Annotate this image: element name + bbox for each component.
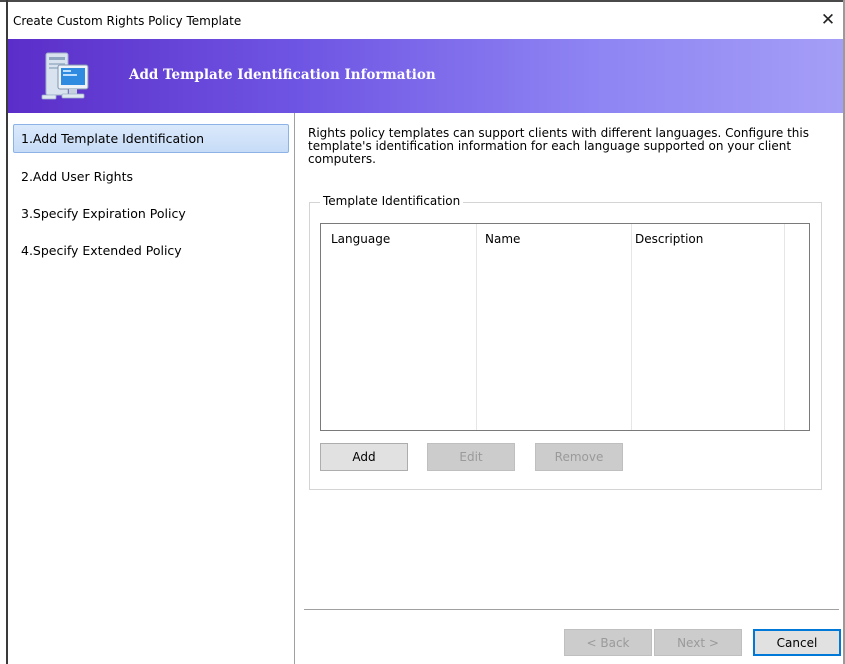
footer-separator: [304, 609, 839, 610]
column-header-name[interactable]: Name: [485, 232, 520, 246]
computer-monitor-icon: [41, 52, 89, 100]
cancel-button[interactable]: Cancel: [753, 629, 841, 656]
step-description: Rights policy templates can support clie…: [308, 126, 809, 166]
next-button[interactable]: Next >: [654, 629, 742, 656]
column-header-language[interactable]: Language: [331, 232, 390, 246]
remove-button[interactable]: Remove: [535, 443, 623, 471]
nav-step-add-user-rights[interactable]: 2.Add User Rights: [13, 162, 289, 191]
back-button[interactable]: < Back: [564, 629, 652, 656]
dialog-window: Create Custom Rights Policy Template ✕ A…: [0, 0, 845, 664]
nav-step-specify-extended-policy[interactable]: 4.Specify Extended Policy: [13, 236, 289, 265]
wizard-banner: Add Template Identification Information: [8, 39, 843, 113]
group-title: Template Identification: [320, 194, 464, 208]
wizard-steps-nav: 1.Add Template Identification 2.Add User…: [8, 113, 295, 664]
column-separator: [784, 224, 785, 430]
title-bar: Create Custom Rights Policy Template ✕: [8, 2, 843, 39]
column-header-description[interactable]: Description: [635, 232, 703, 246]
step-content-panel: Rights policy templates can support clie…: [296, 113, 843, 664]
nav-step-add-template-identification[interactable]: 1.Add Template Identification: [13, 124, 289, 153]
template-identification-list[interactable]: Language Name Description: [320, 223, 810, 431]
add-button[interactable]: Add: [320, 443, 408, 471]
nav-step-specify-expiration-policy[interactable]: 3.Specify Expiration Policy: [13, 199, 289, 228]
window-title: Create Custom Rights Policy Template: [13, 14, 242, 28]
column-separator: [631, 224, 632, 430]
column-separator: [476, 224, 477, 430]
template-identification-group: Template Identification Language Name De…: [309, 194, 822, 490]
edit-button[interactable]: Edit: [427, 443, 515, 471]
close-icon[interactable]: ✕: [813, 5, 843, 35]
banner-title: Add Template Identification Information: [129, 67, 436, 83]
